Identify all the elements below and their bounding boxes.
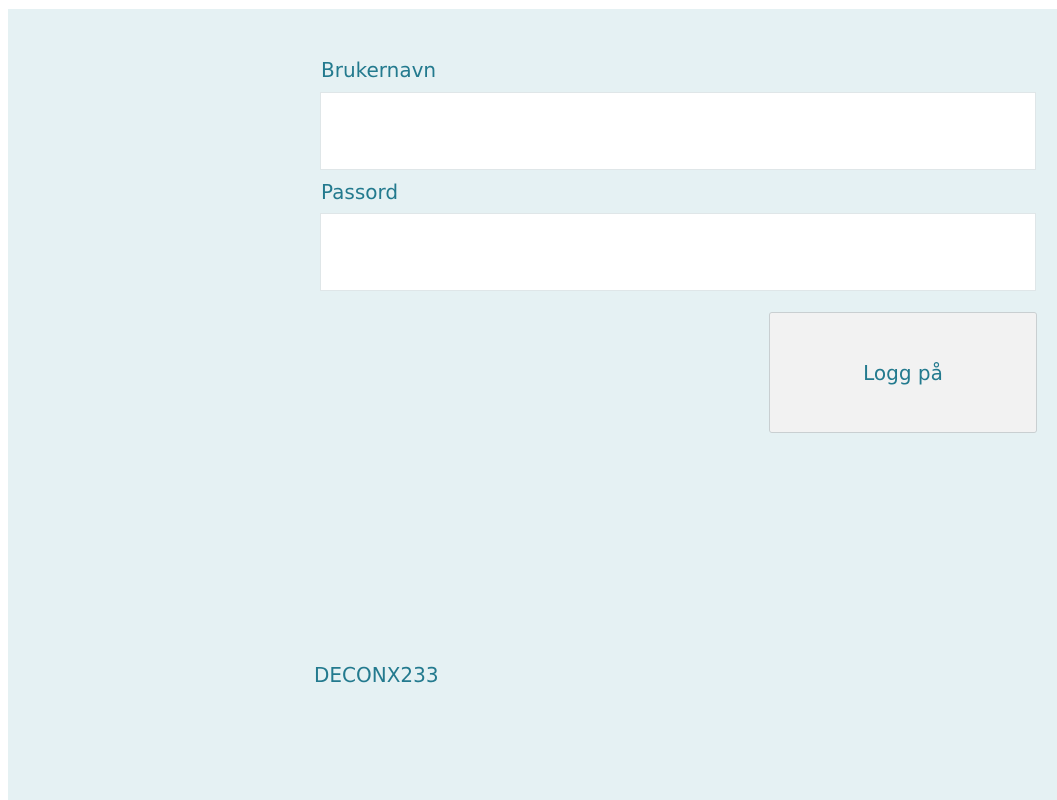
username-label: Brukernavn bbox=[321, 58, 437, 82]
password-input[interactable] bbox=[320, 213, 1036, 291]
login-button[interactable]: Logg på bbox=[769, 312, 1037, 433]
username-input[interactable] bbox=[320, 92, 1036, 170]
station-code: DECONX233 bbox=[314, 663, 439, 687]
password-label: Passord bbox=[321, 180, 399, 204]
